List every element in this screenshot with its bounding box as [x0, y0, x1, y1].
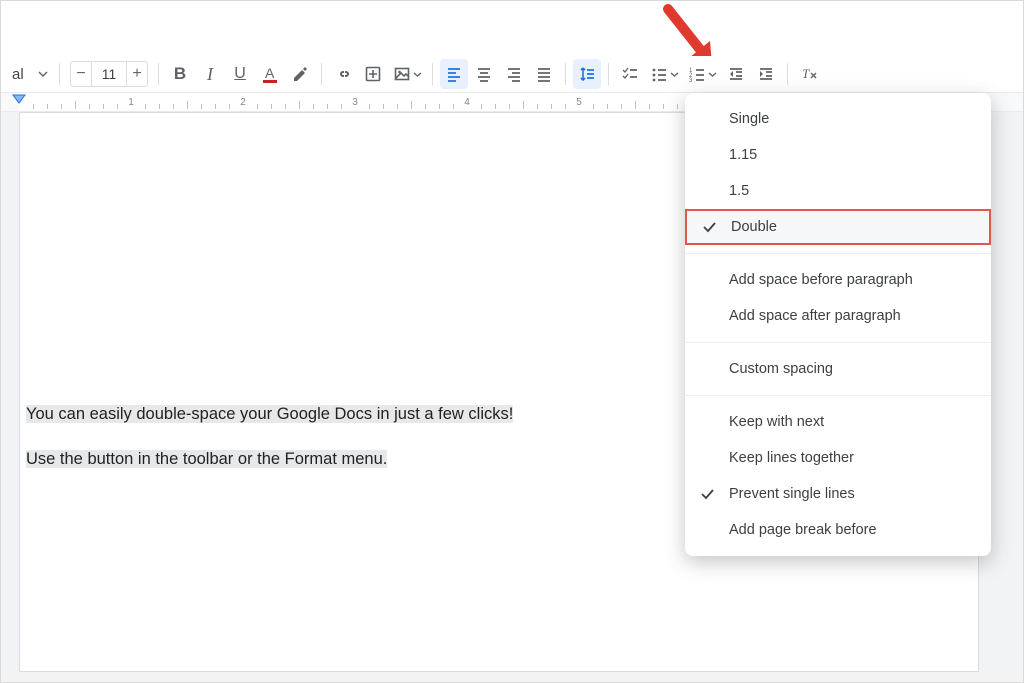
menu-item-custom-spacing[interactable]: Custom spacing	[685, 351, 991, 387]
menu-item-prevent-single[interactable]: Prevent single lines	[685, 476, 991, 512]
font-name-box[interactable]: al	[6, 59, 52, 89]
font-size-decrease[interactable]: −	[70, 61, 92, 87]
paragraph-1: You can easily double-space your Google …	[26, 405, 513, 423]
align-right-button[interactable]	[500, 59, 528, 89]
separator	[321, 63, 322, 85]
separator	[158, 63, 159, 85]
svg-text:T: T	[802, 66, 810, 81]
clear-formatting-button[interactable]: T	[795, 59, 823, 89]
line-spacing-menu: Single 1.15 1.5 Double Add space before …	[685, 93, 991, 556]
menu-item-space-before[interactable]: Add space before paragraph	[685, 262, 991, 298]
font-size-group: − 11 +	[70, 61, 148, 87]
align-justify-button[interactable]	[530, 59, 558, 89]
svg-text:3: 3	[689, 78, 693, 83]
font-size-value[interactable]: 11	[92, 61, 126, 87]
font-size-increase[interactable]: +	[126, 61, 148, 87]
checklist-button[interactable]	[616, 59, 644, 89]
bulleted-list-button[interactable]	[646, 59, 682, 89]
align-center-button[interactable]	[470, 59, 498, 89]
menu-item-keep-lines[interactable]: Keep lines together	[685, 440, 991, 476]
menu-separator	[685, 342, 991, 343]
paragraph-2: Use the button in the toolbar or the For…	[26, 450, 387, 468]
menu-item-1-5[interactable]: 1.5	[685, 173, 991, 209]
menu-separator	[685, 395, 991, 396]
chevron-down-icon	[38, 69, 48, 79]
check-icon	[701, 219, 717, 235]
menu-item-1-15[interactable]: 1.15	[685, 137, 991, 173]
menu-item-keep-with-next[interactable]: Keep with next	[685, 404, 991, 440]
menu-item-single[interactable]: Single	[685, 101, 991, 137]
add-comment-button[interactable]	[359, 59, 387, 89]
menu-item-page-break-before[interactable]: Add page break before	[685, 512, 991, 548]
text-color-button[interactable]: A	[256, 59, 284, 89]
menu-separator	[685, 253, 991, 254]
underline-button[interactable]: U	[226, 59, 254, 89]
menu-item-double[interactable]: Double	[685, 209, 991, 245]
numbered-list-button[interactable]: 123	[684, 59, 720, 89]
separator	[565, 63, 566, 85]
highlight-color-button[interactable]	[286, 59, 314, 89]
svg-text:A: A	[265, 65, 275, 81]
align-left-button[interactable]	[440, 59, 468, 89]
separator	[608, 63, 609, 85]
separator	[432, 63, 433, 85]
decrease-indent-button[interactable]	[722, 59, 750, 89]
check-icon	[699, 486, 715, 502]
italic-button[interactable]: I	[196, 59, 224, 89]
document-body[interactable]: You can easily double-space your Google …	[26, 398, 586, 488]
bold-button[interactable]: B	[166, 59, 194, 89]
increase-indent-button[interactable]	[752, 59, 780, 89]
insert-image-button[interactable]	[389, 59, 425, 89]
toolbar: al − 11 + B I U A	[1, 56, 1023, 92]
app-window: al − 11 + B I U A	[0, 0, 1024, 683]
menu-item-space-after[interactable]: Add space after paragraph	[685, 298, 991, 334]
insert-link-button[interactable]	[329, 59, 357, 89]
separator	[787, 63, 788, 85]
line-spacing-button[interactable]	[573, 59, 601, 89]
separator	[59, 63, 60, 85]
font-name-label: al	[10, 66, 32, 83]
